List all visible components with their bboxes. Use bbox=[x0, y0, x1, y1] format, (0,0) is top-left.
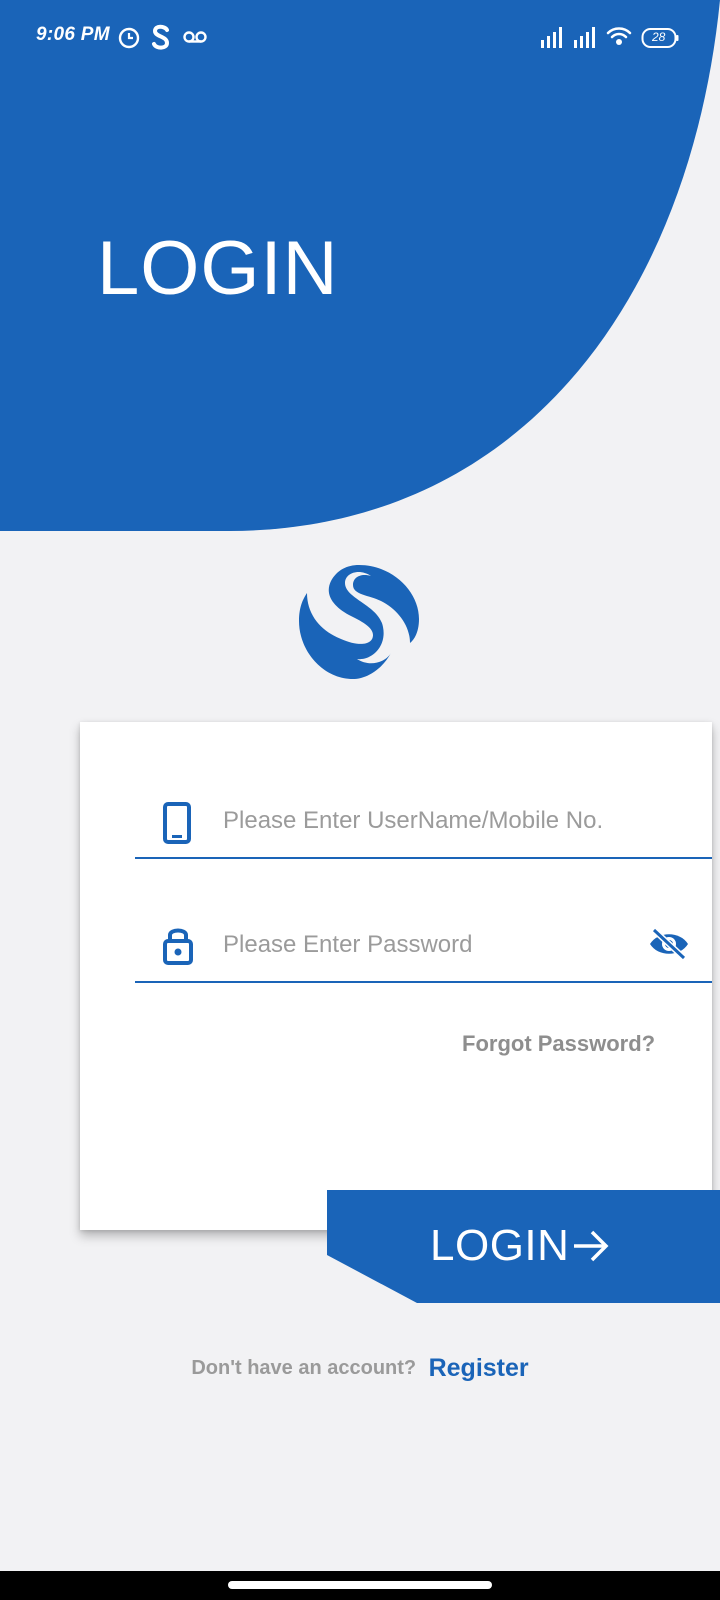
register-prompt: Don't have an account? bbox=[191, 1357, 417, 1379]
login-screen: 9:06 PM 28 LOGIN Please Enter UserName/M… bbox=[0, 0, 720, 1600]
signal-icon bbox=[574, 27, 595, 48]
navigation-bar bbox=[0, 1571, 720, 1600]
username-field bbox=[135, 793, 712, 859]
battery-level: 28 bbox=[652, 30, 666, 44]
app-logo bbox=[299, 565, 419, 679]
page-title: LOGIN bbox=[97, 226, 339, 311]
s-app-icon bbox=[152, 24, 170, 50]
forgot-password-link[interactable]: Forgot Password? bbox=[462, 1031, 655, 1057]
password-field bbox=[135, 917, 712, 983]
voicemail-icon bbox=[183, 31, 207, 43]
password-input[interactable] bbox=[223, 925, 663, 965]
username-input[interactable] bbox=[223, 801, 663, 841]
login-button[interactable] bbox=[327, 1190, 720, 1303]
clock-icon bbox=[118, 27, 140, 49]
signal-icon bbox=[541, 27, 562, 48]
eye-off-icon[interactable] bbox=[648, 927, 690, 961]
status-bar: 9:06 PM 28 bbox=[0, 0, 720, 76]
phone-icon bbox=[163, 802, 191, 844]
wifi-icon bbox=[606, 27, 632, 45]
status-time: 9:06 PM bbox=[36, 24, 110, 45]
register-row: Don't have an account? Register bbox=[0, 1354, 720, 1383]
lock-icon bbox=[163, 928, 193, 965]
home-indicator[interactable] bbox=[228, 1581, 492, 1589]
register-link[interactable]: Register bbox=[429, 1354, 529, 1382]
